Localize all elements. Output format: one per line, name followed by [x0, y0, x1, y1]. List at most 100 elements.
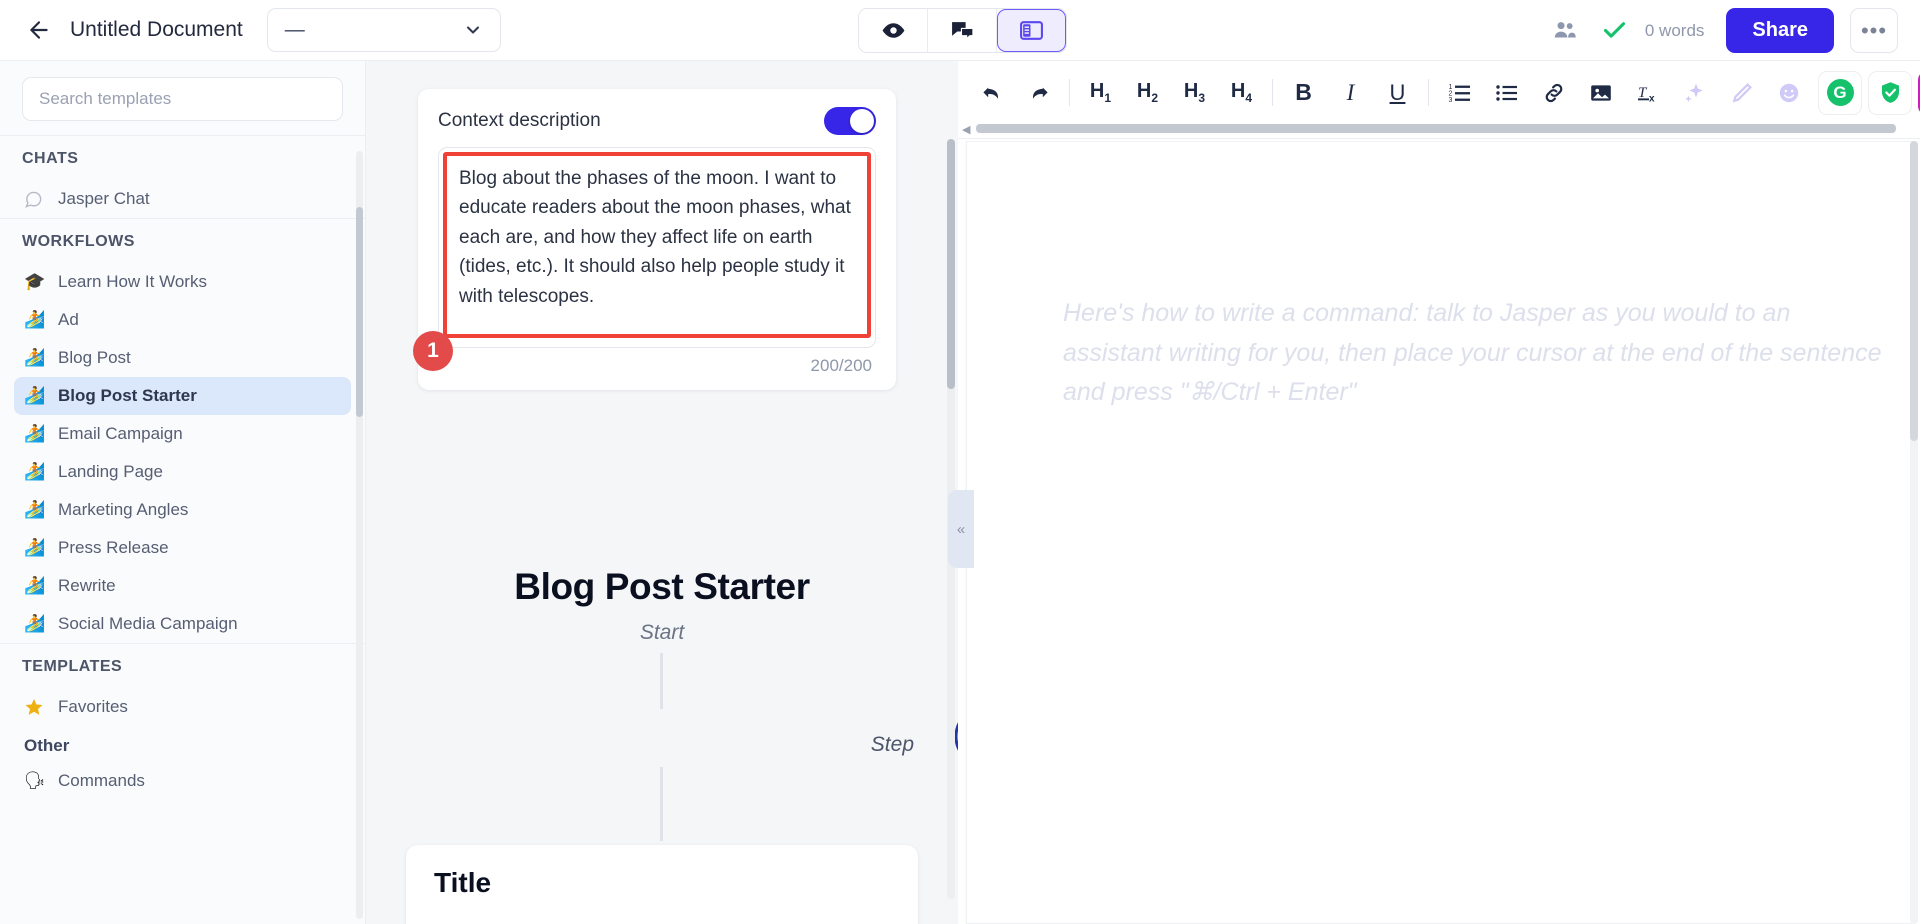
graduation-cap-icon: 🎓 [24, 272, 52, 292]
sidebar-scroll-thumb[interactable] [356, 207, 363, 417]
sidebar-item-label: Ad [58, 310, 79, 330]
bullet-list-icon [1495, 81, 1519, 105]
ordered-list-button[interactable]: 1 2 3 [1436, 71, 1483, 115]
italic-button[interactable]: I [1327, 71, 1374, 115]
sidebar-item-label: Email Campaign [58, 424, 183, 444]
context-description-card: Context description 1 200/200 [418, 89, 896, 390]
h3-icon: H3 [1184, 80, 1205, 105]
panel-toggle-button[interactable] [997, 9, 1066, 52]
panel-left-icon [1019, 18, 1044, 43]
sidebar-item-label: Favorites [58, 697, 128, 717]
annotation-badge-1: 1 [413, 331, 453, 371]
search-templates-input[interactable] [22, 77, 343, 121]
chat-bubble-icon [24, 190, 52, 209]
context-description-label: Context description [438, 110, 601, 132]
surfer-icon: 🏄 [24, 538, 52, 558]
sidebar-item-marketing-angles[interactable]: 🏄 Marketing Angles [14, 491, 351, 529]
share-button[interactable]: Share [1726, 8, 1834, 53]
sidebar-item-favorites[interactable]: Favorites [14, 688, 351, 726]
grammarly-button[interactable]: G [1818, 71, 1862, 115]
h2-icon: H2 [1137, 80, 1158, 105]
step-card-heading: Title [434, 867, 890, 899]
preview-toggle-button[interactable] [859, 9, 928, 52]
heading-4-button[interactable]: H4 [1218, 71, 1265, 115]
comments-toggle-button[interactable] [928, 9, 997, 52]
sparkle-icon [1683, 81, 1707, 105]
sidebar-item-social-media-campaign[interactable]: 🏄 Social Media Campaign [14, 605, 351, 643]
editor-toolbar: H1 H2 H3 H4 B I U 1 2 3 [958, 61, 1920, 124]
shield-check-button[interactable] [1868, 71, 1912, 115]
sidebar-item-rewrite[interactable]: 🏄 Rewrite [14, 567, 351, 605]
editor-page[interactable]: Here's how to write a command: talk to J… [966, 141, 1912, 924]
editor-vertical-scroll-thumb[interactable] [1910, 141, 1918, 441]
app-header: Untitled Document — [0, 0, 1920, 61]
eye-icon [881, 18, 906, 43]
context-description-toggle[interactable] [824, 107, 876, 135]
clear-formatting-button[interactable]: T x [1624, 71, 1671, 115]
search-templates-wrap [0, 61, 365, 135]
bullet-list-button[interactable] [1483, 71, 1530, 115]
heading-1-button[interactable]: H1 [1077, 71, 1124, 115]
sidebar-item-blog-post-starter[interactable]: 🏄 Blog Post Starter [14, 377, 351, 415]
collapse-panel-handle[interactable]: « [948, 490, 974, 568]
context-description-textarea[interactable] [443, 152, 871, 338]
ordered-list-icon: 1 2 3 [1448, 81, 1472, 105]
sidebar-item-label: Landing Page [58, 462, 163, 482]
grammarly-icon: G [1827, 79, 1854, 106]
sidebar-heading-workflows: WORKFLOWS [0, 218, 365, 263]
link-button[interactable] [1530, 71, 1577, 115]
ai-sparkle-button[interactable] [1671, 71, 1718, 115]
sidebar-item-label: Commands [58, 771, 145, 791]
heading-3-button[interactable]: H3 [1171, 71, 1218, 115]
document-title[interactable]: Untitled Document [70, 18, 243, 42]
sidebar-item-landing-page[interactable]: 🏄 Landing Page [14, 453, 351, 491]
sidebar-item-email-campaign[interactable]: 🏄 Email Campaign [14, 415, 351, 453]
bold-button[interactable]: B [1280, 71, 1327, 115]
editor-horizontal-scrollbar[interactable] [976, 124, 1896, 133]
surfer-icon: 🏄 [24, 386, 52, 406]
sidebar-item-commands[interactable]: 🗣 Commands [14, 762, 351, 800]
sidebar-item-ad[interactable]: 🏄 Ad [14, 301, 351, 339]
sidebar-item-label: Social Media Campaign [58, 614, 238, 634]
workflow-panel: Context description 1 200/200 Blog Post … [366, 61, 958, 924]
shield-check-icon [1878, 80, 1903, 105]
workflow-start-label: Start [366, 621, 958, 645]
document-type-select[interactable]: — [267, 8, 501, 52]
sidebar-item-press-release[interactable]: 🏄 Press Release [14, 529, 351, 567]
chevron-down-icon [463, 20, 483, 40]
svg-text:3: 3 [1448, 97, 1452, 104]
workflow-panel-scroll-thumb[interactable] [947, 139, 955, 389]
sidebar-scrollbar[interactable] [356, 151, 363, 919]
chat-bubbles-icon [950, 18, 975, 43]
character-counter: 200/200 [438, 356, 876, 376]
workflow-step-label: Step [871, 733, 914, 757]
image-button[interactable] [1577, 71, 1624, 115]
redo-button[interactable] [1015, 71, 1062, 115]
svg-text:x: x [1649, 93, 1655, 104]
heading-2-button[interactable]: H2 [1124, 71, 1171, 115]
sidebar-item-learn-how-it-works[interactable]: 🎓 Learn How It Works [14, 263, 351, 301]
more-options-button[interactable]: ••• [1850, 8, 1898, 53]
link-icon [1542, 81, 1566, 105]
sidebar-item-label: Jasper Chat [58, 189, 150, 209]
sidebar-item-blog-post[interactable]: 🏄 Blog Post [14, 339, 351, 377]
undo-button[interactable] [968, 71, 1015, 115]
underline-button[interactable]: U [1374, 71, 1421, 115]
sidebar-item-label: Blog Post Starter [58, 386, 197, 406]
check-icon [1601, 17, 1628, 44]
sidebar-item-jasper-chat[interactable]: Jasper Chat [14, 180, 351, 218]
image-icon [1589, 81, 1613, 105]
emoji-button[interactable] [1765, 71, 1812, 115]
clear-format-icon: T x [1636, 81, 1660, 105]
speaking-head-icon: 🗣 [24, 771, 52, 791]
rewrite-pencil-button[interactable] [1718, 71, 1765, 115]
editor-vertical-scrollbar[interactable] [1910, 141, 1918, 924]
sidebar-heading-chats: CHATS [0, 135, 365, 180]
back-button[interactable] [22, 13, 56, 47]
context-textarea-wrap: 1 [438, 147, 876, 348]
arrow-left-icon [26, 17, 52, 43]
underline-icon: U [1390, 80, 1406, 106]
editor-hscroll-arrow-icon[interactable]: ◀ [962, 123, 970, 136]
workflow-connector-line [660, 767, 663, 841]
collaborators-button[interactable] [1543, 17, 1587, 45]
